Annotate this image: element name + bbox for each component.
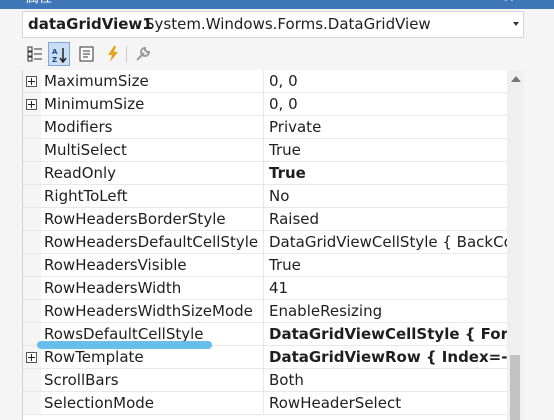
column-divider: [263, 70, 264, 92]
object-name: dataGridView1: [28, 15, 153, 33]
column-divider: [263, 185, 264, 207]
wrench-icon: [136, 46, 151, 61]
column-divider: [263, 254, 264, 276]
row-gutter: [23, 208, 41, 230]
property-toolbar: A Z: [22, 40, 524, 68]
categorized-icon: [27, 46, 42, 62]
column-divider: [263, 162, 264, 184]
property-row-rowtemplate[interactable]: RowTemplate DataGridViewRow { Index=-1 }: [23, 346, 507, 369]
property-name: MultiSelect: [44, 141, 127, 159]
column-divider: [263, 208, 264, 230]
property-name: RowHeadersWidthSizeMode: [44, 302, 253, 320]
row-gutter: [23, 231, 41, 253]
column-divider: [263, 369, 264, 391]
alphabetical-sort-icon: A Z: [52, 48, 67, 63]
alphabetical-button[interactable]: A Z: [48, 42, 70, 66]
column-divider: [263, 300, 264, 322]
property-value[interactable]: 0, 0: [269, 93, 507, 115]
events-button[interactable]: [102, 42, 124, 66]
property-value[interactable]: DataGridViewRow { Index=-1 }: [269, 346, 507, 368]
categorized-button[interactable]: [24, 42, 46, 66]
column-divider: [263, 231, 264, 253]
property-name: MinimumSize: [44, 95, 145, 113]
property-row-righttoleft[interactable]: RightToLeft No: [23, 185, 507, 208]
property-row-rowheadersdefaultcellstyle[interactable]: RowHeadersDefaultCellStyle DataGridViewC…: [23, 231, 507, 254]
row-gutter: [23, 369, 41, 391]
properties-icon: [79, 46, 94, 62]
object-selector-dropdown[interactable]: dataGridView1 System.Windows.Forms.DataG…: [22, 11, 524, 38]
property-row-multiselect[interactable]: MultiSelect True: [23, 139, 507, 162]
column-divider: [263, 346, 264, 368]
property-name: ScrollBars: [44, 371, 119, 389]
close-icon[interactable]: ✕: [503, 0, 515, 6]
hand-drawn-underline-annotation: [37, 341, 212, 349]
property-name: MaximumSize: [44, 72, 149, 90]
property-name: SelectionMode: [44, 394, 154, 412]
column-divider: [263, 392, 264, 414]
row-gutter: [23, 300, 41, 322]
property-row-minimumsize[interactable]: MinimumSize 0, 0: [23, 93, 507, 116]
property-grid: MaximumSize 0, 0 MinimumSize 0, 0 Modifi…: [22, 70, 507, 420]
row-gutter: [23, 277, 41, 299]
column-divider: [263, 277, 264, 299]
property-value[interactable]: DataGridViewCellStyle { BackColo: [269, 231, 507, 253]
svg-text:Z: Z: [52, 56, 57, 63]
property-value[interactable]: True: [269, 254, 507, 276]
property-name: RowHeadersBorderStyle: [44, 210, 226, 228]
property-row-selectionmode[interactable]: SelectionMode RowHeaderSelect: [23, 392, 507, 415]
property-value[interactable]: Raised: [269, 208, 507, 230]
property-value[interactable]: True: [269, 139, 507, 161]
row-gutter: [23, 116, 41, 138]
property-value[interactable]: DataGridViewCellStyle { ForeCo: [269, 323, 507, 345]
property-value[interactable]: EnableResizing: [269, 300, 507, 322]
scroll-up-arrow-icon[interactable]: [511, 76, 521, 82]
chevron-down-icon[interactable]: [513, 22, 519, 26]
property-value[interactable]: RowHeaderSelect: [269, 392, 507, 414]
property-name: RowHeadersWidth: [44, 279, 182, 297]
column-divider: [263, 116, 264, 138]
property-value[interactable]: True: [269, 162, 507, 184]
property-name: ReadOnly: [44, 164, 117, 182]
row-gutter: [23, 392, 41, 414]
object-type: System.Windows.Forms.DataGridView: [145, 15, 431, 33]
properties-button[interactable]: [76, 42, 98, 66]
property-pages-button[interactable]: [132, 42, 154, 66]
property-row-scrollbars[interactable]: ScrollBars Both: [23, 369, 507, 392]
property-row-readonly[interactable]: ReadOnly True: [23, 162, 507, 185]
vertical-scrollbar[interactable]: [507, 70, 524, 420]
property-name: RightToLeft: [44, 187, 128, 205]
row-gutter: [23, 139, 41, 161]
property-name: Modifiers: [44, 118, 113, 136]
property-row-rowheadersborderstyle[interactable]: RowHeadersBorderStyle Raised: [23, 208, 507, 231]
property-name: RowHeadersVisible: [44, 256, 187, 274]
row-gutter: [23, 162, 41, 184]
property-row-modifiers[interactable]: Modifiers Private: [23, 116, 507, 139]
property-value[interactable]: 0, 0: [269, 70, 507, 92]
expand-plus-icon[interactable]: [26, 76, 37, 87]
row-gutter: [23, 254, 41, 276]
expand-plus-icon[interactable]: [26, 352, 37, 363]
row-gutter: [23, 185, 41, 207]
window-title: 属性: [26, 0, 52, 7]
property-value[interactable]: Both: [269, 369, 507, 391]
property-row-rowheaderswidth[interactable]: RowHeadersWidth 41: [23, 277, 507, 300]
svg-text:A: A: [52, 48, 58, 56]
property-value[interactable]: No: [269, 185, 507, 207]
toolbar-separator: [126, 46, 127, 62]
lightning-icon: [108, 46, 118, 62]
scrollbar-thumb[interactable]: [510, 355, 520, 420]
window-title-bar: 属性 ✕: [0, 0, 554, 9]
property-name: RowHeadersDefaultCellStyle: [44, 233, 259, 251]
property-row-maximumsize[interactable]: MaximumSize 0, 0: [23, 70, 507, 93]
column-divider: [263, 93, 264, 115]
property-row-rowheaderswidthsizemode[interactable]: RowHeadersWidthSizeMode EnableResizing: [23, 300, 507, 323]
expand-plus-icon[interactable]: [26, 99, 37, 110]
column-divider: [263, 323, 264, 345]
property-value[interactable]: 41: [269, 277, 507, 299]
column-divider: [263, 139, 264, 161]
property-value[interactable]: Private: [269, 116, 507, 138]
property-row-rowheadersvisible[interactable]: RowHeadersVisible True: [23, 254, 507, 277]
property-name: RowTemplate: [44, 348, 144, 366]
